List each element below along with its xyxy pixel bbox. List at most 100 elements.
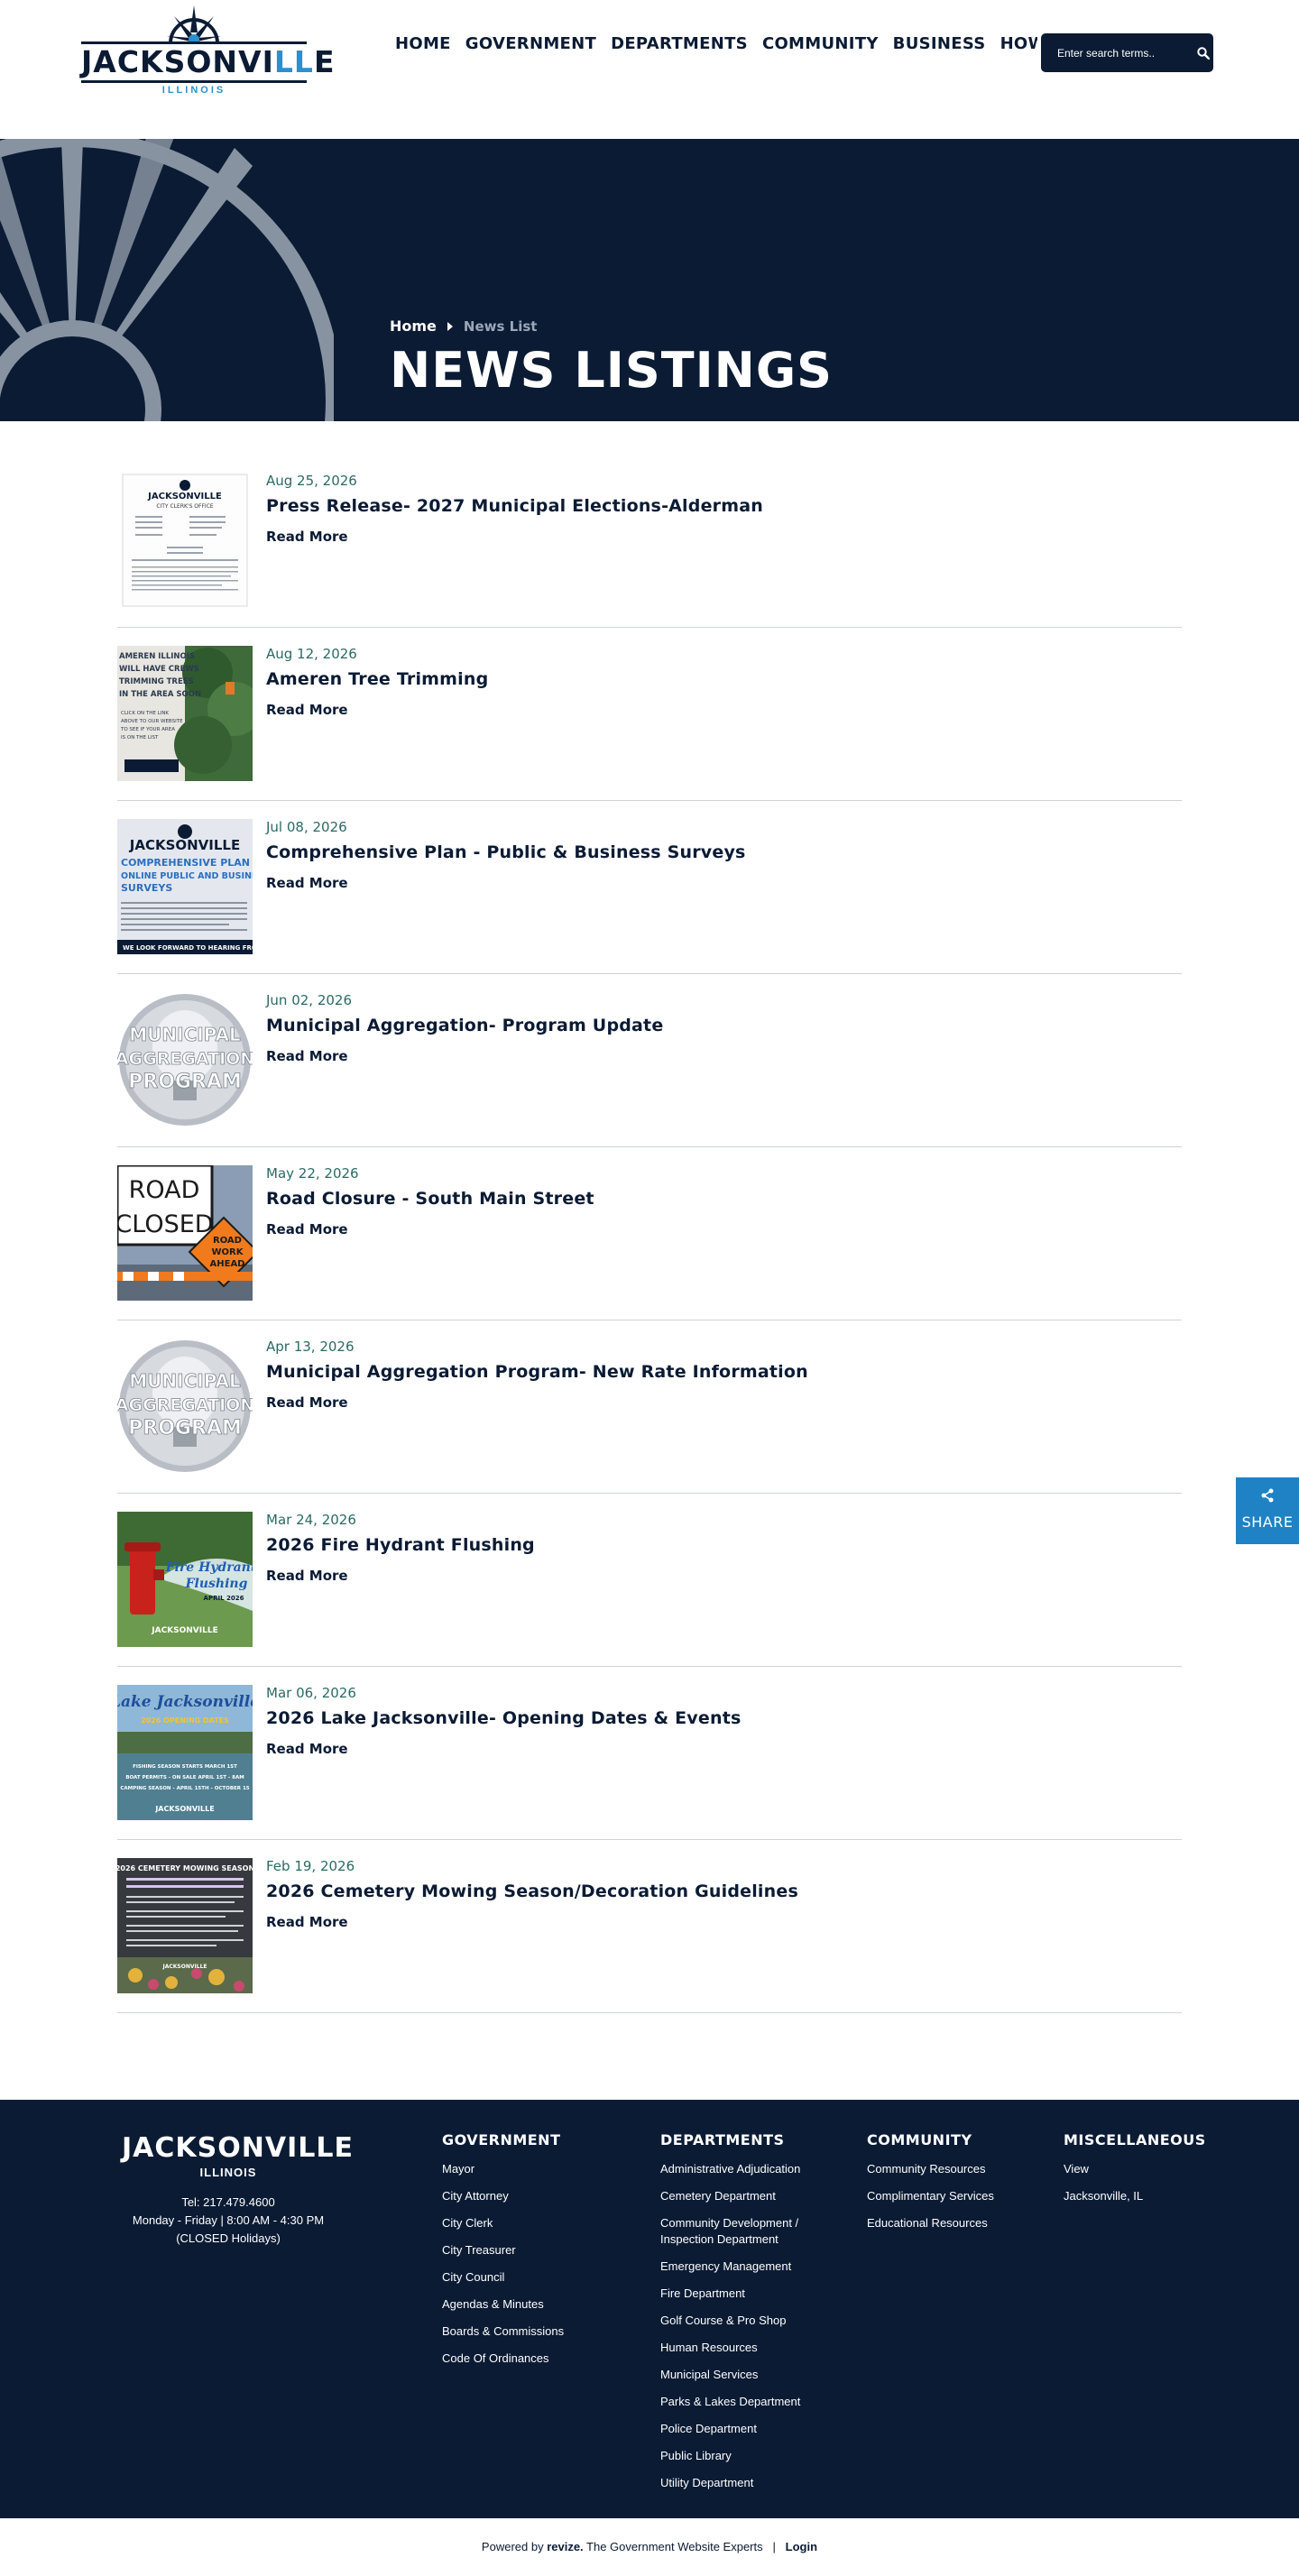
news-thumbnail[interactable]: Fire Hydrant Flushing APRIL 2026 JACKSON… xyxy=(117,1512,253,1647)
nav-government[interactable]: GOVERNMENT xyxy=(458,34,603,53)
news-title[interactable]: Municipal Aggregation- Program Update xyxy=(266,1016,1182,1035)
nav-departments[interactable]: DEPARTMENTS xyxy=(603,34,755,53)
read-more-link[interactable]: Read More xyxy=(266,1741,348,1757)
read-more-link[interactable]: Read More xyxy=(266,875,348,891)
footer-link[interactable]: Code Of Ordinances xyxy=(442,2351,564,2367)
doc-thumb-title: JACKSONVILLE xyxy=(147,492,222,501)
footer-link[interactable]: City Treasurer xyxy=(442,2242,564,2259)
news-title[interactable]: 2026 Fire Hydrant Flushing xyxy=(266,1535,1182,1555)
news-thumbnail[interactable]: AMEREN ILLINOIS WILL HAVE CREWS TRIMMING… xyxy=(117,646,253,781)
road-closed-thumbnail-icon: ROAD CLOSED ROAD WORK AHEAD xyxy=(117,1165,253,1301)
news-title[interactable]: Press Release- 2027 Municipal Elections-… xyxy=(266,496,1182,516)
cemetery-mowing-thumbnail-icon: 2026 CEMETERY MOWING SEASON JACKSONVILLE xyxy=(117,1858,253,1993)
nav-how-do-i[interactable]: HOW DO I xyxy=(993,34,1037,53)
powered-brand[interactable]: revize. xyxy=(547,2540,583,2553)
footer-link[interactable]: Agendas & Minutes xyxy=(442,2296,564,2313)
news-title[interactable]: 2026 Lake Jacksonville- Opening Dates & … xyxy=(266,1708,1182,1728)
news-date: Aug 25, 2026 xyxy=(266,473,357,489)
footer-link[interactable]: Police Department xyxy=(660,2421,832,2437)
news-thumbnail[interactable]: Lake Jacksonville 2026 OPENING DATES FIS… xyxy=(117,1685,253,1820)
footer-link[interactable]: Community Resources xyxy=(867,2161,994,2177)
thumb-text: 2026 OPENING DATES xyxy=(141,1716,229,1725)
search-button[interactable] xyxy=(1197,44,1210,62)
footer-link[interactable]: Educational Resources xyxy=(867,2215,994,2231)
news-thumbnail[interactable]: JACKSONVILLE CITY CLERK'S OFFICE xyxy=(117,473,253,608)
footer-link[interactable]: Emergency Management xyxy=(660,2259,832,2275)
footer-contact: Tel: 217.479.4600 Monday - Friday | 8:00… xyxy=(122,2194,335,2248)
read-more-link[interactable]: Read More xyxy=(266,1568,348,1584)
news-title[interactable]: Comprehensive Plan - Public & Business S… xyxy=(266,842,1182,862)
comprehensive-plan-thumbnail-icon: JACKSONVILLE COMPREHENSIVE PLAN ONLINE P… xyxy=(117,819,253,954)
news-item: ROAD CLOSED ROAD WORK AHEAD May 22, 2026… xyxy=(117,1147,1182,1320)
footer-link[interactable]: Community Development / Inspection Depar… xyxy=(660,2215,832,2248)
compass-watermark-icon xyxy=(0,139,334,421)
city-logo[interactable]: JACKSONVILLE ILLINOIS xyxy=(81,5,335,96)
thumb-text: AHEAD xyxy=(210,1259,245,1269)
read-more-link[interactable]: Read More xyxy=(266,1914,348,1930)
read-more-link[interactable]: Read More xyxy=(266,1048,348,1064)
thumb-text: 2026 CEMETERY MOWING SEASON xyxy=(117,1864,253,1872)
footer-heading: GOVERNMENT xyxy=(442,2131,561,2148)
news-item: MUNICIPAL AGGREGATION PROGRAM Apr 13, 20… xyxy=(117,1320,1182,1494)
read-more-link[interactable]: Read More xyxy=(266,1221,348,1237)
breadcrumb-arrow-icon xyxy=(447,321,453,331)
news-title[interactable]: 2026 Cemetery Mowing Season/Decoration G… xyxy=(266,1881,1182,1901)
breadcrumb-home[interactable]: Home xyxy=(390,317,437,335)
news-title[interactable]: Ameren Tree Trimming xyxy=(266,669,1182,689)
news-thumbnail[interactable]: MUNICIPAL AGGREGATION PROGRAM xyxy=(117,992,253,1127)
news-thumbnail[interactable]: JACKSONVILLE COMPREHENSIVE PLAN ONLINE P… xyxy=(117,819,253,954)
logo-subtitle: ILLINOIS xyxy=(161,85,226,96)
thumb-text: Lake Jacksonville xyxy=(117,1693,253,1711)
footer-link[interactable]: City Attorney xyxy=(442,2188,564,2204)
thumb-text: MUNICIPAL xyxy=(129,1370,241,1392)
footer-phone[interactable]: Tel: 217.479.4600 xyxy=(122,2194,335,2212)
footer-link[interactable]: Jacksonville, IL xyxy=(1064,2188,1206,2204)
footer-link[interactable]: Municipal Services xyxy=(660,2367,832,2383)
thumb-text: MUNICIPAL xyxy=(129,1024,241,1045)
nav-business[interactable]: BUSINESS xyxy=(886,34,993,53)
thumb-text: WILL HAVE CREWS xyxy=(119,665,199,674)
footer-link[interactable]: Cemetery Department xyxy=(660,2188,832,2204)
nav-community[interactable]: COMMUNITY xyxy=(755,34,886,53)
news-title[interactable]: Road Closure - South Main Street xyxy=(266,1189,1182,1209)
footer-hours: Monday - Friday | 8:00 AM - 4:30 PM xyxy=(132,2213,325,2227)
share-icon xyxy=(1261,1488,1274,1503)
login-link[interactable]: Login xyxy=(786,2540,817,2553)
read-more-link[interactable]: Read More xyxy=(266,702,348,718)
footer-link[interactable]: Boards & Commissions xyxy=(442,2323,564,2340)
footer-heading: MISCELLANEOUS xyxy=(1064,2131,1206,2148)
news-thumbnail[interactable]: MUNICIPAL AGGREGATION PROGRAM xyxy=(117,1339,253,1474)
footer-link[interactable]: Utility Department xyxy=(660,2475,832,2491)
search-input[interactable] xyxy=(1057,46,1197,60)
footer-link[interactable]: Complimentary Services xyxy=(867,2188,994,2204)
footer-closed: (CLOSED Holidays) xyxy=(176,2231,281,2245)
thumb-text: PROGRAM xyxy=(128,1417,242,1440)
footer-link[interactable]: Human Resources xyxy=(660,2340,832,2356)
footer-link[interactable]: Golf Course & Pro Shop xyxy=(660,2313,832,2329)
news-thumbnail[interactable]: 2026 CEMETERY MOWING SEASON JACKSONVILLE xyxy=(117,1858,253,1993)
footer-link[interactable]: Administrative Adjudication xyxy=(660,2161,832,2177)
news-thumbnail[interactable]: ROAD CLOSED ROAD WORK AHEAD xyxy=(117,1165,253,1301)
thumb-text: PROGRAM xyxy=(128,1071,242,1093)
footer-link[interactable]: Parks & Lakes Department xyxy=(660,2394,832,2410)
footer-link[interactable]: Mayor xyxy=(442,2161,564,2177)
document-thumbnail-icon: JACKSONVILLE CITY CLERK'S OFFICE xyxy=(117,473,253,608)
footer-link[interactable]: Public Library xyxy=(660,2448,832,2464)
footer-link[interactable]: Fire Department xyxy=(660,2286,832,2302)
news-date: Jul 08, 2026 xyxy=(266,819,347,835)
news-title[interactable]: Municipal Aggregation Program- New Rate … xyxy=(266,1362,1182,1382)
footer-link[interactable]: City Clerk xyxy=(442,2215,564,2231)
nav-home[interactable]: HOME xyxy=(388,34,458,53)
fire-hydrant-thumbnail-icon: Fire Hydrant Flushing APRIL 2026 JACKSON… xyxy=(117,1512,253,1647)
footer-link[interactable]: City Council xyxy=(442,2269,564,2286)
footer-col-government: GOVERNMENT Mayor City Attorney City Cler… xyxy=(442,2131,564,2378)
footer-link[interactable]: View xyxy=(1064,2161,1206,2177)
read-more-link[interactable]: Read More xyxy=(266,529,348,545)
news-list: JACKSONVILLE CITY CLERK'S OFFICE Aug 25,… xyxy=(117,421,1182,2013)
page-banner: Home News List NEWS LISTINGS xyxy=(0,139,1299,421)
search-icon xyxy=(1197,46,1210,60)
footer-col-departments: DEPARTMENTS Administrative Adjudication … xyxy=(660,2131,832,2502)
thumb-text: ROAD xyxy=(129,1176,200,1204)
share-button[interactable]: SHARE xyxy=(1236,1477,1299,1544)
read-more-link[interactable]: Read More xyxy=(266,1394,348,1411)
